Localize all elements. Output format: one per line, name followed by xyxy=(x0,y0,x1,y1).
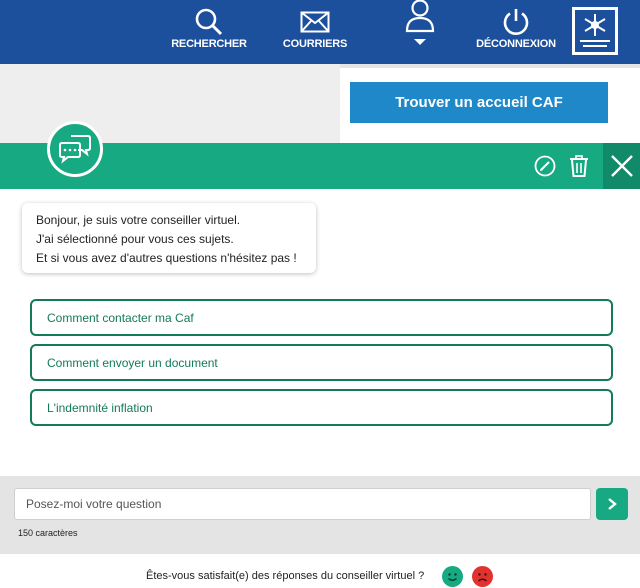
sad-face-button[interactable] xyxy=(472,566,493,587)
chat-avatar xyxy=(47,121,103,177)
user-account-icon xyxy=(403,0,437,45)
bot-message-line: Et si vous avez d'autres questions n'hés… xyxy=(36,251,297,265)
nav-logout[interactable]: DÉCONNEXION xyxy=(476,0,556,64)
suggestion-inflation-allowance[interactable]: L'indemnité inflation xyxy=(30,389,613,426)
send-button[interactable] xyxy=(596,488,628,520)
caf-logo[interactable] xyxy=(571,6,619,56)
happy-face-button[interactable] xyxy=(442,566,463,587)
power-icon xyxy=(501,0,531,38)
chevron-down-icon xyxy=(414,39,426,45)
suggestion-contact-caf[interactable]: Comment contacter ma Caf xyxy=(30,299,613,336)
bot-message-line: J'ai sélectionné pour vous ces sujets. xyxy=(36,232,234,246)
bot-message: Bonjour, je suis votre conseiller virtue… xyxy=(22,203,316,273)
happy-face-icon xyxy=(448,573,457,581)
mail-icon xyxy=(300,0,330,38)
bot-message-line: Bonjour, je suis votre conseiller virtue… xyxy=(36,213,241,227)
nav-logout-label: DÉCONNEXION xyxy=(476,38,556,50)
trash-icon xyxy=(570,155,588,177)
find-caf-office-button[interactable]: Trouver un accueil CAF xyxy=(350,82,608,123)
delete-conversation-button[interactable] xyxy=(567,143,591,189)
question-input[interactable] xyxy=(14,488,591,520)
nav-account[interactable] xyxy=(398,0,442,64)
edit-button[interactable] xyxy=(532,143,558,189)
nav-search-label: RECHERCHER xyxy=(171,38,247,50)
chevron-right-icon xyxy=(608,498,617,510)
chat-bubbles-icon xyxy=(59,135,91,164)
nav-mail[interactable]: COURRIERS xyxy=(282,0,348,64)
edit-icon xyxy=(534,155,556,177)
nav-mail-label: COURRIERS xyxy=(282,38,348,50)
character-count: 150 caractères xyxy=(18,528,78,538)
suggestion-send-document[interactable]: Comment envoyer un document xyxy=(30,344,613,381)
sad-face-icon xyxy=(478,573,487,582)
satisfaction-question: Êtes-vous satisfait(e) des réponses du c… xyxy=(146,570,425,582)
nav-search[interactable]: RECHERCHER xyxy=(171,0,247,64)
page-background-panel xyxy=(0,64,340,144)
snowflake-logo-icon xyxy=(580,14,610,47)
close-icon xyxy=(610,155,633,177)
search-icon xyxy=(194,0,224,38)
close-chat-button[interactable] xyxy=(603,143,640,189)
